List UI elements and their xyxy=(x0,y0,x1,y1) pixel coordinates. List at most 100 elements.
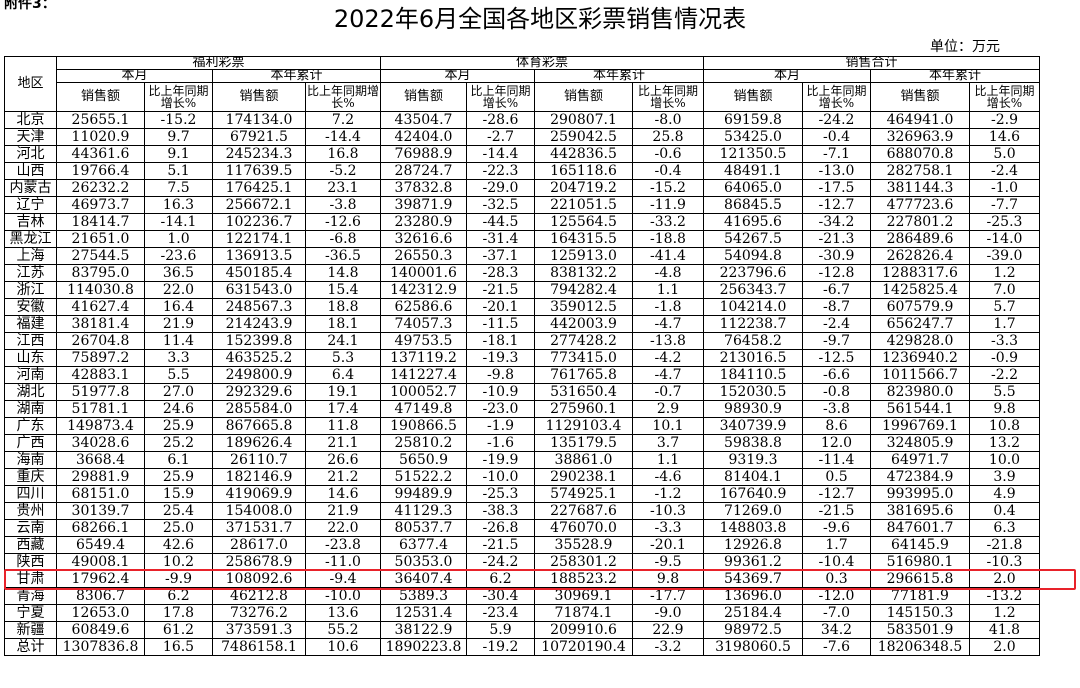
sales-cell: 993995.0 xyxy=(870,485,970,503)
table-row: 浙江 114030.8 22.0 631543.0 15.4 142312.9 -21.5 7… xyxy=(4,281,1040,299)
sales-cell: 41695.6 xyxy=(703,213,803,231)
sales-cell: 1307836.8 xyxy=(56,638,145,656)
growth-cell: -39.0 xyxy=(969,247,1040,265)
growth-cell: 27.0 xyxy=(144,383,213,401)
sales-cell: 140001.6 xyxy=(380,264,467,282)
sales-cell: 71269.0 xyxy=(703,502,803,520)
growth-cell: 14.6 xyxy=(305,485,381,503)
sales-cell: 98972.5 xyxy=(703,621,803,639)
sales-cell: 71874.1 xyxy=(534,604,633,622)
growth-cell: 25.4 xyxy=(144,502,213,520)
sales-cell: 221051.5 xyxy=(534,196,633,214)
sales-cell: 104214.0 xyxy=(703,298,803,316)
sales-cell: 583501.9 xyxy=(870,621,970,639)
region-cell: 广东 xyxy=(4,417,57,435)
growth-cell: -34.2 xyxy=(802,213,871,231)
growth-cell: 1.2 xyxy=(969,604,1040,622)
sales-cell: 12653.0 xyxy=(56,604,145,622)
unit-label: 单位：万元 xyxy=(930,39,1000,55)
growth-cell: 2.0 xyxy=(969,570,1040,588)
table-row: 安徽 41627.4 16.4 248567.3 18.8 62586.6 -20.1 359… xyxy=(4,298,1040,316)
sales-cell: 472384.9 xyxy=(870,468,970,486)
sales-cell: 10720190.4 xyxy=(534,638,633,656)
growth-cell: -12.5 xyxy=(802,349,871,367)
growth-cell: -21.5 xyxy=(802,502,871,520)
growth-cell: -13.8 xyxy=(632,332,704,350)
growth-cell: -0.7 xyxy=(632,383,704,401)
growth-cell: 10.8 xyxy=(969,417,1040,435)
region-cell: 四川 xyxy=(4,485,57,503)
sales-cell: 154008.0 xyxy=(212,502,306,520)
growth-cell: 9.1 xyxy=(144,145,213,163)
sales-cell: 8306.7 xyxy=(56,587,145,605)
sales-cell: 54369.7 xyxy=(703,570,803,588)
growth-cell: -32.5 xyxy=(466,196,535,214)
sales-cell: 188523.2 xyxy=(534,570,633,588)
growth-cell: 9.8 xyxy=(632,570,704,588)
table-row: 重庆 29881.9 25.9 182146.9 21.2 51522.2 -10.0 290… xyxy=(4,468,1040,486)
sales-cell: 26550.3 xyxy=(380,247,467,265)
sales-cell: 114030.8 xyxy=(56,281,145,299)
growth-cell: -21.5 xyxy=(466,536,535,554)
sales-cell: 516980.1 xyxy=(870,553,970,571)
table-row: 西藏 6549.4 42.6 28617.0 -23.8 6377.4 -21.5 35528… xyxy=(4,536,1040,554)
growth-cell: -7.0 xyxy=(802,604,871,622)
growth-cell: 14.6 xyxy=(969,128,1040,146)
growth-cell: -38.3 xyxy=(466,502,535,520)
sales-cell: 28617.0 xyxy=(212,536,306,554)
growth-cell: -14.1 xyxy=(144,213,213,231)
growth-cell: 17.4 xyxy=(305,400,381,418)
sales-cell: 282758.1 xyxy=(870,162,970,180)
sales-cell: 38181.4 xyxy=(56,315,145,333)
sales-cell: 249800.9 xyxy=(212,366,306,384)
growth-cell: 6.3 xyxy=(969,519,1040,537)
growth-cell: -10.9 xyxy=(466,383,535,401)
growth-cell: -12.7 xyxy=(802,196,871,214)
growth-cell: -14.4 xyxy=(466,145,535,163)
growth-cell: 0.3 xyxy=(802,570,871,588)
growth-cell: 22.0 xyxy=(305,519,381,537)
sales-cell: 204719.2 xyxy=(534,179,633,197)
sales-cell: 285584.0 xyxy=(212,400,306,418)
sales-cell: 6549.4 xyxy=(56,536,145,554)
sales-cell: 54094.8 xyxy=(703,247,803,265)
region-cell: 广西 xyxy=(4,434,57,452)
table-row: 黑龙江 21651.0 1.0 122174.1 -6.8 32616.6 -31.4 164… xyxy=(4,230,1040,248)
growth-cell: -1.0 xyxy=(969,179,1040,197)
region-cell: 总计 xyxy=(4,638,57,656)
region-cell: 云南 xyxy=(4,519,57,537)
growth-cell: 25.8 xyxy=(632,128,704,146)
sales-cell: 51977.8 xyxy=(56,383,145,401)
sales-cell: 262826.4 xyxy=(870,247,970,265)
sales-cell: 167640.9 xyxy=(703,485,803,503)
sales-cell: 50353.0 xyxy=(380,553,467,571)
sales-cell: 838132.2 xyxy=(534,264,633,282)
header-region: 地区 xyxy=(4,56,57,112)
header-sales: 销售额 xyxy=(212,82,306,112)
sales-cell: 27544.5 xyxy=(56,247,145,265)
table-row: 内蒙古 26232.2 7.5 176425.1 23.1 37832.8 -29.0 204… xyxy=(4,179,1040,197)
sales-cell: 53425.0 xyxy=(703,128,803,146)
growth-cell: 6.1 xyxy=(144,451,213,469)
sales-cell: 258678.9 xyxy=(212,553,306,571)
table-row: 福建 38181.4 21.9 214243.9 18.1 74057.3 -11.5 442… xyxy=(4,315,1040,333)
sales-cell: 108092.6 xyxy=(212,570,306,588)
lottery-sales-table: 地区 福利彩票 体育彩票 销售合计 本月 本年累计 本月 本年累计 本月 本年累… xyxy=(4,56,1040,656)
growth-cell: -30.4 xyxy=(466,587,535,605)
table-row: 总计 1307836.8 16.5 7486158.1 10.6 1890223.8 -19… xyxy=(4,638,1040,656)
growth-cell: -9.4 xyxy=(305,570,381,588)
growth-cell: 5.7 xyxy=(969,298,1040,316)
sales-cell: 47149.8 xyxy=(380,400,467,418)
header-welfare-month: 本月 xyxy=(56,69,213,83)
table-row: 陕西 49008.1 10.2 258678.9 -11.0 50353.0 -24.2 25… xyxy=(4,553,1040,571)
growth-cell: 21.9 xyxy=(144,315,213,333)
sales-cell: 99361.2 xyxy=(703,553,803,571)
sales-cell: 64065.0 xyxy=(703,179,803,197)
sales-cell: 48491.1 xyxy=(703,162,803,180)
sales-cell: 277428.2 xyxy=(534,332,633,350)
sales-cell: 36407.4 xyxy=(380,570,467,588)
growth-cell: -21.8 xyxy=(969,536,1040,554)
sales-cell: 1288317.6 xyxy=(870,264,970,282)
sales-cell: 688070.8 xyxy=(870,145,970,163)
header-sports-month: 本月 xyxy=(380,69,535,83)
